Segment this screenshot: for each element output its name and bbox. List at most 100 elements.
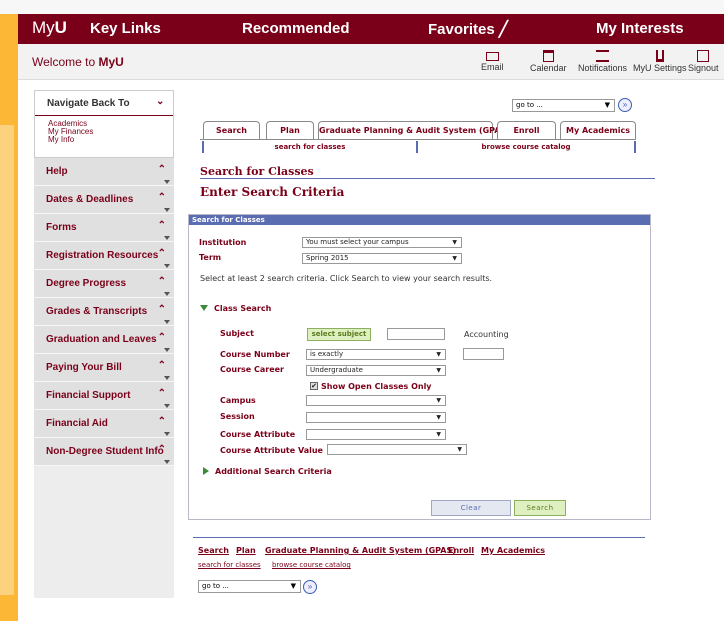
caret-down-icon	[164, 348, 170, 352]
sidebar-item-grades[interactable]: Grades & Transcripts ⌃	[34, 298, 174, 326]
dropdown-arrow-icon: ▼	[436, 414, 441, 421]
dropdown-arrow-icon: ▼	[436, 397, 441, 404]
caret-down-icon	[164, 264, 170, 268]
course-attribute-select[interactable]: ▼	[306, 429, 446, 440]
bottom-link-enroll[interactable]: Enroll	[448, 546, 474, 555]
class-search-label[interactable]: Class Search	[214, 304, 271, 313]
sidebar-item-financial-support[interactable]: Financial Support ⌃	[34, 382, 174, 410]
envelope-icon	[485, 52, 499, 61]
notifications-link[interactable]: Notifications	[578, 50, 627, 73]
bottom-link-search[interactable]: Search	[198, 546, 229, 555]
bottom-link-my-academics[interactable]: My Academics	[481, 546, 545, 555]
course-attribute-label: Course Attribute	[220, 430, 296, 439]
sidebar-item-label: Help	[46, 166, 68, 177]
goto-select-bottom[interactable]: go to ... ▼	[198, 580, 301, 593]
welcome-text: Welcome to MyU	[32, 55, 124, 69]
caret-down-icon	[164, 292, 170, 296]
sidebar-item-paying-bill[interactable]: Paying Your Bill ⌃	[34, 354, 174, 382]
calendar-link[interactable]: Calendar	[530, 50, 567, 73]
sidebar-item-financial-aid[interactable]: Financial Aid ⌃	[34, 410, 174, 438]
myu-logo[interactable]: MyU	[32, 18, 67, 38]
sidebar-item-label: Financial Aid	[46, 418, 108, 429]
tab-gpas[interactable]: Graduate Planning & Audit System (GPAS)	[318, 121, 510, 139]
subject-label: Subject	[220, 329, 254, 338]
search-button[interactable]: Search	[514, 500, 566, 516]
sidebar-item-label: Forms	[46, 222, 77, 233]
settings-link[interactable]: MyU Settings	[633, 50, 687, 73]
calendar-icon	[542, 50, 554, 62]
bottom-link-search-classes[interactable]: search for classes	[198, 561, 261, 569]
goto-button-bottom[interactable]: »	[303, 580, 317, 594]
chevron-up-icon: ⌃	[157, 444, 166, 455]
sidebar-item-label: Grades & Transcripts	[46, 306, 148, 317]
course-attribute-value-label: Course Attribute Value	[220, 446, 323, 455]
chevron-up-icon: ⌃	[157, 360, 166, 371]
additional-criteria-label[interactable]: Additional Search Criteria	[215, 467, 332, 476]
welcome-bar: Welcome to MyU Email Calendar Notificati…	[18, 44, 724, 80]
session-select[interactable]: ▼	[306, 412, 446, 423]
sidebar-item-dates[interactable]: Dates & Deadlines ⌃	[34, 186, 174, 214]
course-number-operator-select[interactable]: is exactly ▼	[306, 349, 446, 360]
subtab-divider	[634, 141, 636, 153]
institution-select[interactable]: You must select your campus ▼	[302, 237, 462, 248]
caret-down-icon	[164, 236, 170, 240]
menu-favorites[interactable]: Favorites ╱	[428, 20, 508, 38]
back-link-info[interactable]: My Info	[48, 135, 74, 144]
dropdown-arrow-icon: ▼	[436, 367, 441, 374]
chevron-down-icon[interactable]: ⌄	[156, 96, 164, 107]
gold-side-panel	[0, 125, 14, 595]
subject-input[interactable]	[387, 328, 445, 340]
term-select[interactable]: Spring 2015 ▼	[302, 253, 462, 264]
tab-plan[interactable]: Plan	[266, 121, 314, 139]
collapsed-triangle-icon[interactable]	[203, 467, 209, 475]
bottom-link-browse-catalog[interactable]: browse course catalog	[272, 561, 351, 569]
tab-search[interactable]: Search	[203, 121, 260, 139]
tab-my-academics[interactable]: My Academics	[560, 121, 636, 139]
sidebar-item-graduation[interactable]: Graduation and Leaves ⌃	[34, 326, 174, 354]
course-attribute-value-select[interactable]: ▼	[327, 444, 467, 455]
email-link[interactable]: Email	[481, 50, 504, 72]
sidebar-item-forms[interactable]: Forms ⌃	[34, 214, 174, 242]
chevron-up-icon: ⌃	[157, 220, 166, 231]
sidebar-item-non-degree[interactable]: Non-Degree Student Info ⌃	[34, 438, 174, 466]
tab-enroll[interactable]: Enroll	[497, 121, 556, 139]
menu-key-links[interactable]: Key Links	[90, 20, 161, 37]
subtab-divider	[202, 141, 204, 153]
sidebar-item-degree-progress[interactable]: Degree Progress ⌃	[34, 270, 174, 298]
session-label: Session	[220, 412, 255, 421]
sidebar-item-help[interactable]: Help ⌃	[34, 158, 174, 186]
caret-down-icon	[164, 376, 170, 380]
sidebar-item-label: Graduation and Leaves	[46, 334, 157, 345]
open-classes-label: Show Open Classes Only	[321, 382, 432, 391]
sidebar-item-label: Dates & Deadlines	[46, 194, 134, 205]
bottom-divider	[193, 537, 645, 538]
bottom-link-gpas[interactable]: Graduate Planning & Audit System (GPAS)	[265, 546, 456, 555]
chevron-up-icon: ⌃	[157, 164, 166, 175]
subtab-search-classes[interactable]: search for classes	[206, 141, 414, 153]
caret-down-icon	[164, 404, 170, 408]
campus-select[interactable]: ▼	[306, 395, 446, 406]
course-number-label: Course Number	[220, 350, 290, 359]
subtab-browse-catalog[interactable]: browse course catalog	[420, 141, 632, 153]
expanded-triangle-icon[interactable]	[200, 305, 208, 311]
course-career-select[interactable]: Undergraduate ▼	[306, 365, 446, 376]
menu-recommended[interactable]: Recommended	[242, 20, 350, 37]
goto-button[interactable]: »	[618, 98, 632, 112]
clear-button[interactable]: Clear	[431, 500, 511, 516]
top-navigation-bar: MyU Key Links Recommended Favorites ╱ My…	[18, 14, 724, 44]
caret-down-icon	[164, 460, 170, 464]
chevron-up-icon: ⌃	[157, 388, 166, 399]
chevron-up-icon: ⌃	[157, 416, 166, 427]
signout-link[interactable]: Signout	[688, 50, 719, 73]
subject-value: Accounting	[464, 330, 509, 339]
select-subject-button[interactable]: select subject	[307, 328, 371, 341]
course-number-input[interactable]	[463, 348, 504, 360]
bottom-link-plan[interactable]: Plan	[236, 546, 256, 555]
goto-select[interactable]: go to ... ▼	[512, 99, 615, 112]
course-career-label: Course Career	[220, 365, 284, 374]
open-classes-checkbox[interactable]: ✔	[310, 382, 318, 390]
navigate-back-title[interactable]: Navigate Back To	[47, 98, 130, 109]
menu-my-interests[interactable]: My Interests	[596, 20, 684, 37]
sidebar-item-registration[interactable]: Registration Resources ⌃	[34, 242, 174, 270]
page-title: Search for Classes	[200, 165, 314, 178]
